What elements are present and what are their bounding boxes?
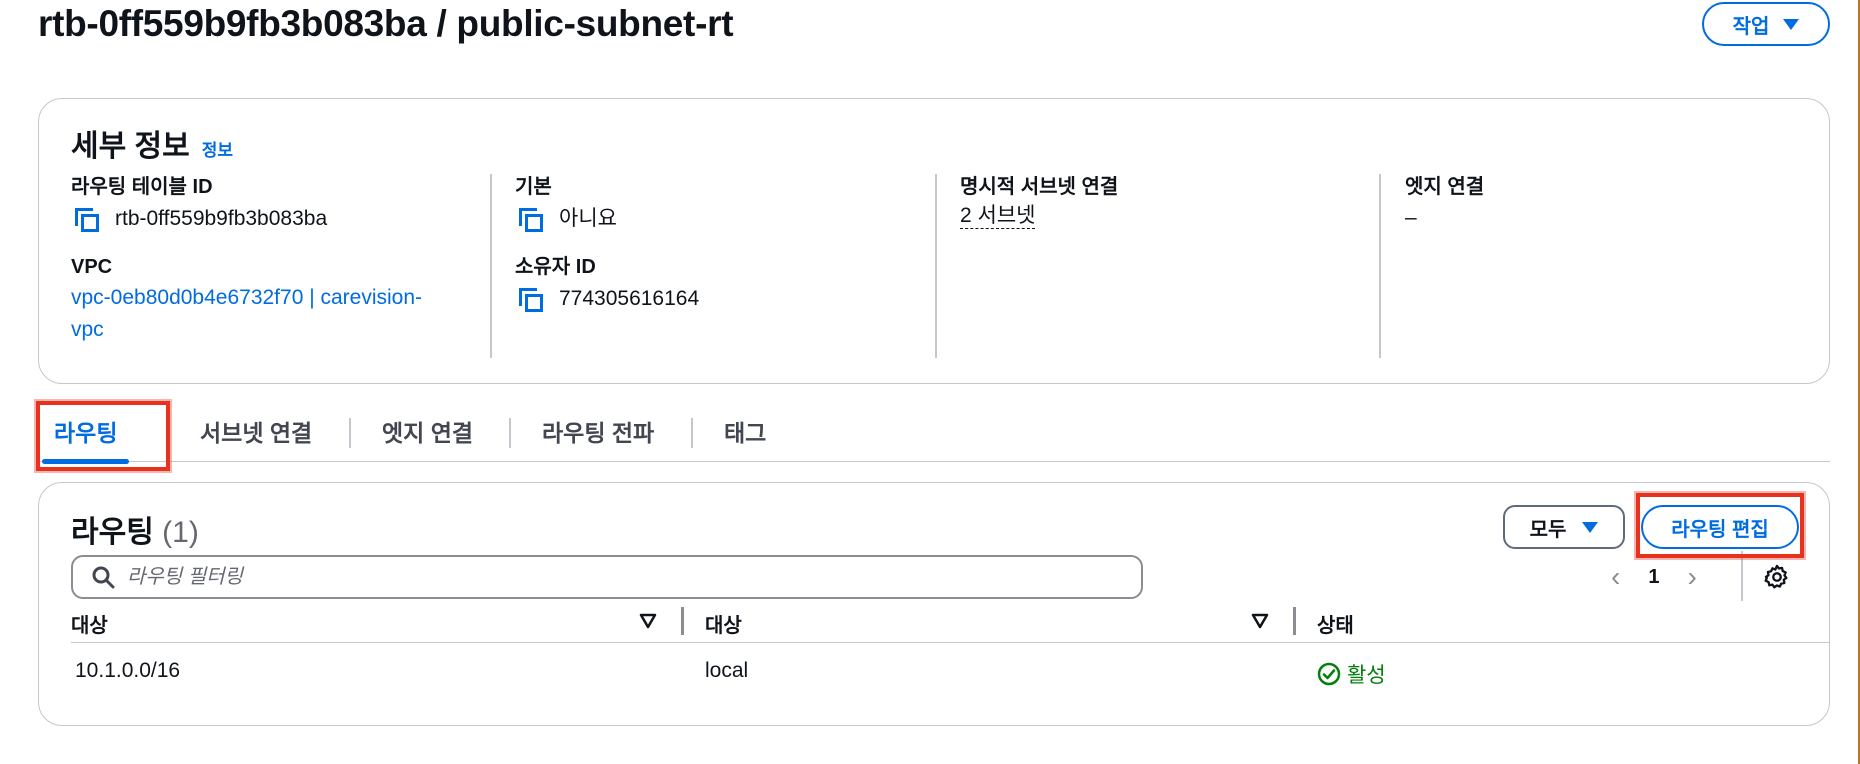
table-row: 10.1.0.0/16 local 활성 xyxy=(71,655,1829,695)
column-header-destination[interactable]: 대상 xyxy=(71,609,108,638)
routes-title-text: 라우팅 xyxy=(71,516,154,549)
info-link[interactable]: 정보 xyxy=(202,136,233,161)
tab-route-propagation[interactable]: 라우팅 전파 xyxy=(542,400,654,462)
details-column-2: 기본 아니요 소유자 ID 774305616164 xyxy=(515,174,915,358)
explicit-subnet-value[interactable]: 2 서브넷 xyxy=(960,204,1360,229)
route-table-id-label: 라우팅 테이블 ID xyxy=(71,176,213,198)
route-table-id-text: rtb-0ff559b9fb3b083ba xyxy=(115,207,328,230)
tab-tags[interactable]: 태그 xyxy=(724,400,766,462)
route-target: local xyxy=(705,659,749,682)
details-heading: 세부 정보 정보 xyxy=(71,121,233,165)
explicit-subnet-label: 명시적 서브넷 연결 xyxy=(960,176,1119,198)
sort-icon[interactable] xyxy=(639,613,657,629)
route-filter-input[interactable] xyxy=(127,565,1027,589)
tab-subnet-associations-label: 서브넷 연결 xyxy=(200,420,313,446)
copy-icon[interactable] xyxy=(71,204,101,234)
page-title: rtb-0ff559b9fb3b083ba / public-subnet-rt xyxy=(38,3,734,44)
route-table-id-value: rtb-0ff559b9fb3b083ba xyxy=(71,204,471,234)
column-divider xyxy=(935,174,937,358)
vpc-link-line-1: vpc-0eb80d0b4e6732f70 | carevision- xyxy=(71,286,423,309)
actions-button-label: 작업 xyxy=(1732,15,1770,38)
gear-icon[interactable] xyxy=(1763,563,1791,591)
main-value: 아니요 xyxy=(515,204,915,234)
column-divider xyxy=(490,174,492,358)
vpc-label: VPC xyxy=(71,256,113,278)
tab-subnet-associations[interactable]: 서브넷 연결 xyxy=(200,400,312,462)
check-circle-icon xyxy=(1317,662,1341,686)
pagination: ‹ 1 › xyxy=(1611,559,1697,595)
routes-table-header: 대상 대상 상태 xyxy=(71,605,1829,643)
route-destination: 10.1.0.0/16 xyxy=(75,659,181,682)
tab-bar: 라우팅 서브넷 연결 엣지 연결 라우팅 전파 태그 xyxy=(38,400,1830,464)
search-icon xyxy=(92,566,115,589)
sort-icon[interactable] xyxy=(1251,613,1269,629)
vpc-link[interactable]: vpc-0eb80d0b4e6732f70 | carevision- vpc xyxy=(71,282,471,346)
tab-tags-label: 태그 xyxy=(724,420,767,446)
filter-select-dropdown[interactable]: 모두 xyxy=(1503,505,1625,549)
edge-assoc-label: 엣지 연결 xyxy=(1405,176,1485,198)
column-divider xyxy=(1379,174,1381,358)
routes-count: (1) xyxy=(162,516,199,549)
details-column-4: 엣지 연결 – xyxy=(1405,174,1805,358)
owner-id-value: 774305616164 xyxy=(515,284,915,314)
routes-panel: 라우팅 (1) 모두 라우팅 편집 ‹ 1 › 대상 대상 상태 xyxy=(38,482,1830,726)
actions-dropdown-button[interactable]: 작업 xyxy=(1702,2,1830,46)
main-label: 기본 xyxy=(515,176,552,198)
details-column-1: 라우팅 테이블 ID rtb-0ff559b9fb3b083ba VPC vpc… xyxy=(71,174,471,358)
tab-separator xyxy=(691,418,693,448)
tab-route-propagation-label: 라우팅 전파 xyxy=(542,420,655,446)
column-header-target[interactable]: 대상 xyxy=(705,609,742,638)
details-heading-text: 세부 정보 xyxy=(71,130,190,163)
copy-icon[interactable] xyxy=(515,204,545,234)
caret-down-icon xyxy=(1582,521,1599,533)
annotation-highlight-tab xyxy=(36,401,170,471)
tab-edge-associations[interactable]: 엣지 연결 xyxy=(382,400,473,462)
column-resizer[interactable] xyxy=(1293,607,1296,635)
route-filter-field[interactable] xyxy=(71,555,1143,599)
owner-id-text: 774305616164 xyxy=(559,287,700,310)
routes-title: 라우팅 (1) xyxy=(71,507,199,551)
previous-page-icon[interactable]: ‹ xyxy=(1611,563,1620,591)
tab-edge-associations-label: 엣지 연결 xyxy=(382,420,474,446)
annotation-highlight-edit xyxy=(1636,493,1804,558)
edge-assoc-value: – xyxy=(1405,206,1417,229)
pagination-divider xyxy=(1741,551,1743,601)
column-resizer[interactable] xyxy=(681,607,684,635)
details-panel: 세부 정보 정보 라우팅 테이블 ID rtb-0ff559b9fb3b083b… xyxy=(38,98,1830,384)
column-header-status[interactable]: 상태 xyxy=(1317,609,1354,638)
caret-down-icon xyxy=(1783,18,1800,30)
main-value-text: 아니요 xyxy=(559,207,617,230)
copy-icon[interactable] xyxy=(515,284,545,314)
owner-id-label: 소유자 ID xyxy=(515,256,596,278)
vpc-link-line-2: vpc xyxy=(71,318,104,341)
tab-separator xyxy=(349,418,351,448)
explicit-subnet-text: 2 서브넷 xyxy=(960,204,1036,229)
tab-separator xyxy=(509,418,511,448)
route-status: 활성 xyxy=(1317,659,1386,689)
details-column-3: 명시적 서브넷 연결 2 서브넷 xyxy=(960,174,1360,358)
next-page-icon[interactable]: › xyxy=(1687,563,1696,591)
filter-select-label: 모두 xyxy=(1529,518,1567,541)
current-page[interactable]: 1 xyxy=(1648,566,1659,589)
route-status-text: 활성 xyxy=(1347,664,1386,687)
